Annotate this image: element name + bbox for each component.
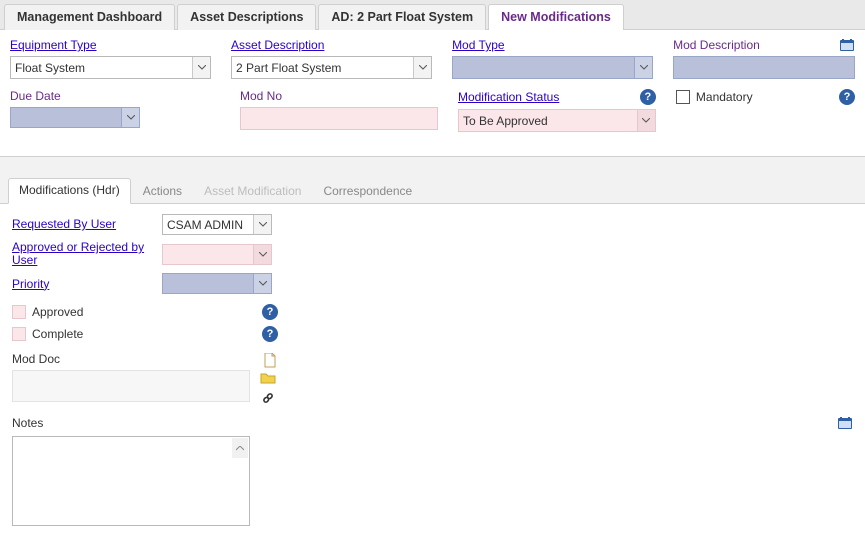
approved-checkbox[interactable]	[12, 305, 26, 319]
tab-management-dashboard[interactable]: Management Dashboard	[4, 4, 175, 30]
modifications-hdr-panel: Requested By User CSAM ADMIN Approved or…	[0, 204, 865, 546]
subtab-correspondence[interactable]: Correspondence	[313, 180, 422, 204]
help-icon[interactable]: ?	[640, 89, 656, 105]
help-icon[interactable]: ?	[262, 326, 278, 342]
modification-status-label[interactable]: Modification Status	[458, 90, 559, 104]
requested-by-value: CSAM ADMIN	[167, 218, 243, 232]
complete-checkbox[interactable]	[12, 327, 26, 341]
tab-new-modifications[interactable]: New Modifications	[488, 4, 624, 30]
mandatory-label: Mandatory	[696, 90, 753, 104]
subtab-modifications-hdr[interactable]: Modifications (Hdr)	[8, 178, 131, 204]
priority-label[interactable]: Priority	[12, 277, 154, 291]
document-icon[interactable]	[262, 352, 278, 368]
folder-icon[interactable]	[260, 370, 276, 386]
due-date-label: Due Date	[10, 89, 140, 103]
chevron-down-icon	[121, 108, 139, 127]
requested-by-select[interactable]: CSAM ADMIN	[162, 214, 272, 235]
asset-description-select[interactable]: 2 Part Float System	[231, 56, 432, 79]
equipment-type-select[interactable]: Float System	[10, 56, 211, 79]
equipment-type-label[interactable]: Equipment Type	[10, 38, 211, 52]
requested-by-label[interactable]: Requested By User	[12, 218, 154, 231]
chevron-down-icon	[253, 274, 271, 293]
mod-doc-label: Mod Doc	[12, 352, 154, 366]
sub-tab-strip: Modifications (Hdr) Actions Asset Modifi…	[0, 157, 865, 204]
chevron-down-icon	[192, 57, 210, 78]
mod-doc-display	[12, 370, 250, 402]
asset-description-label[interactable]: Asset Description	[231, 38, 432, 52]
mod-description-input[interactable]	[673, 56, 855, 79]
modification-status-value: To Be Approved	[463, 114, 548, 128]
notes-icon[interactable]	[839, 38, 855, 52]
notes-label: Notes	[12, 416, 43, 430]
upper-form: Equipment Type Float System Asset Descri…	[0, 30, 865, 157]
equipment-type-value: Float System	[15, 61, 85, 75]
subtab-actions[interactable]: Actions	[133, 180, 192, 204]
tab-asset-descriptions[interactable]: Asset Descriptions	[177, 4, 316, 30]
mandatory-checkbox[interactable]	[676, 90, 690, 104]
chevron-down-icon	[634, 57, 652, 78]
notes-textarea[interactable]	[12, 436, 250, 526]
asset-description-value: 2 Part Float System	[236, 61, 341, 75]
chevron-down-icon	[253, 215, 271, 234]
mod-type-label[interactable]: Mod Type	[452, 38, 653, 52]
help-icon[interactable]: ?	[839, 89, 855, 105]
subtab-asset-modification: Asset Modification	[194, 180, 311, 204]
approved-rejected-select[interactable]	[162, 244, 272, 265]
scroll-up-icon[interactable]	[232, 438, 248, 458]
modification-status-select[interactable]: To Be Approved	[458, 109, 656, 132]
mod-no-input[interactable]	[240, 107, 438, 130]
mod-description-label: Mod Description	[673, 38, 760, 52]
mod-type-select[interactable]	[452, 56, 653, 79]
priority-select[interactable]	[162, 273, 272, 294]
tab-ad-2-part-float[interactable]: AD: 2 Part Float System	[318, 4, 486, 30]
link-icon[interactable]	[260, 390, 276, 406]
approved-label: Approved	[32, 305, 83, 319]
chevron-down-icon	[637, 110, 655, 131]
due-date-select[interactable]	[10, 107, 140, 128]
approved-rejected-label[interactable]: Approved or Rejected by User	[12, 241, 154, 267]
help-icon[interactable]: ?	[262, 304, 278, 320]
complete-label: Complete	[32, 327, 83, 341]
notes-icon[interactable]	[837, 416, 853, 430]
chevron-down-icon	[253, 245, 271, 264]
chevron-down-icon	[413, 57, 431, 78]
main-tab-strip: Management Dashboard Asset Descriptions …	[0, 0, 865, 30]
mod-no-label: Mod No	[240, 89, 438, 103]
